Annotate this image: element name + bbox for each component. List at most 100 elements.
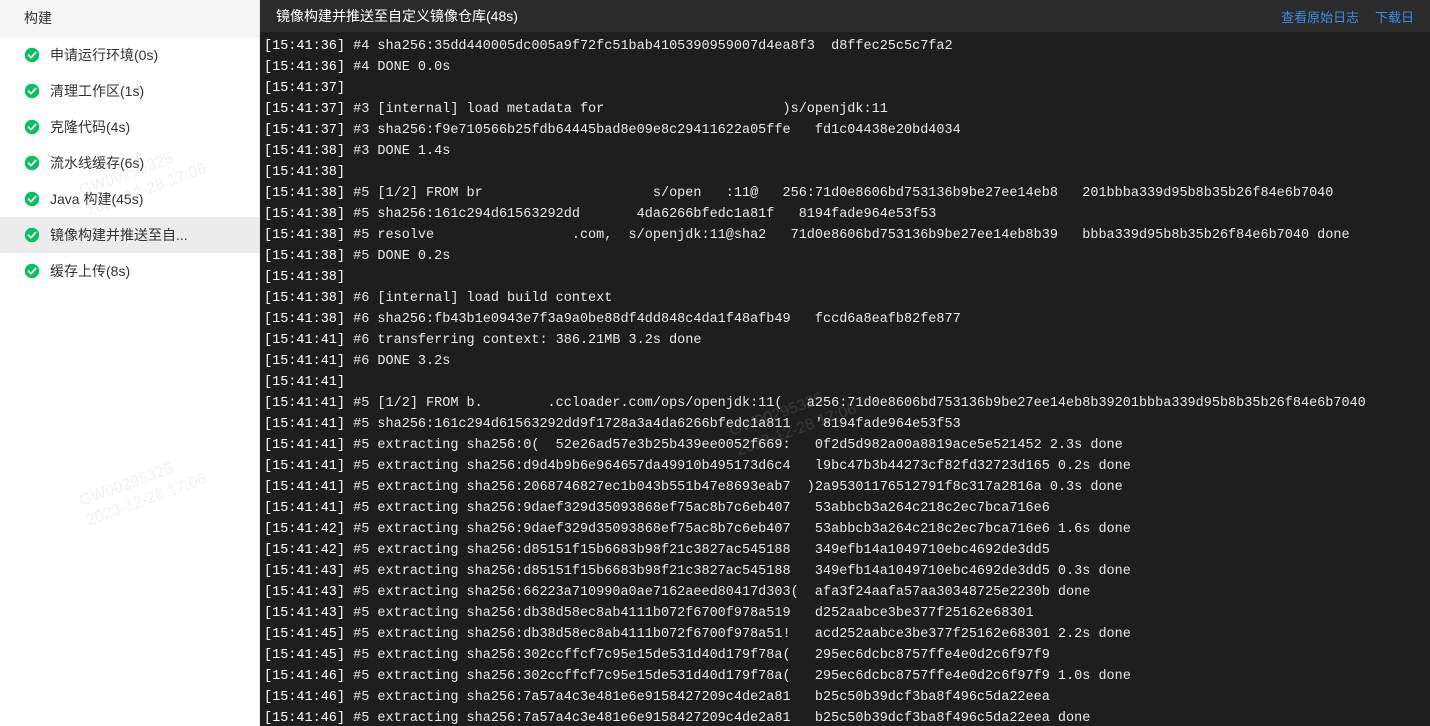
log-timestamp: [15:41:46]: [264, 690, 345, 705]
success-icon: [24, 83, 40, 99]
log-text: #5 extracting sha256:9daef329d35093868ef…: [345, 522, 1131, 537]
log-timestamp: [15:41:38]: [264, 144, 345, 159]
log-text: #3 DONE 1.4s: [345, 144, 450, 159]
log-timestamp: [15:41:36]: [264, 60, 345, 75]
log-text: #5 extracting sha256:d85151f15b6683b98f2…: [345, 543, 1050, 558]
step-label: 流水线缓存(6s): [50, 153, 144, 173]
log-timestamp: [15:41:46]: [264, 711, 345, 726]
log-line: [15:41:43] #5 extracting sha256:db38d58e…: [264, 603, 1422, 624]
step-label: 镜像构建并推送至自...: [50, 225, 188, 245]
log-line: [15:41:41]: [264, 372, 1422, 393]
log-text: #5 resolve .com, s/openjdk:11@sha2 71d0e…: [345, 228, 1350, 243]
log-timestamp: [15:41:38]: [264, 312, 345, 327]
log-text: #5 extracting sha256:302ccffcf7c95e15de5…: [345, 669, 1131, 684]
log-timestamp: [15:41:38]: [264, 186, 345, 201]
step-item-0[interactable]: 申请运行环境(0s): [0, 37, 259, 73]
log-title: 镜像构建并推送至自定义镜像仓库(48s): [276, 6, 518, 26]
step-item-1[interactable]: 清理工作区(1s): [0, 73, 259, 109]
log-text: #4 DONE 0.0s: [345, 60, 450, 75]
log-line: [15:41:38] #5 sha256:161c294d61563292dd …: [264, 204, 1422, 225]
log-line: [15:41:37] #3 [internal] load metadata f…: [264, 99, 1422, 120]
log-line: [15:41:38] #5 [1/2] FROM br s/open :11@ …: [264, 183, 1422, 204]
log-text: #6 transferring context: 386.21MB 3.2s d…: [345, 333, 701, 348]
log-actions: 查看原始日志 下载日: [1269, 7, 1414, 26]
log-timestamp: [15:41:38]: [264, 249, 345, 264]
log-timestamp: [15:41:41]: [264, 480, 345, 495]
log-timestamp: [15:41:41]: [264, 375, 345, 390]
download-log-link[interactable]: 下载日: [1375, 10, 1414, 25]
step-label: 申请运行环境(0s): [50, 45, 158, 65]
step-item-3[interactable]: 流水线缓存(6s): [0, 145, 259, 181]
log-line: [15:41:46] #5 extracting sha256:7a57a4c3…: [264, 687, 1422, 708]
step-item-6[interactable]: 缓存上传(8s): [0, 253, 259, 289]
log-timestamp: [15:41:41]: [264, 354, 345, 369]
log-line: [15:41:43] #5 extracting sha256:66223a71…: [264, 582, 1422, 603]
success-icon: [24, 191, 40, 207]
log-line: [15:41:41] #5 extracting sha256:0( 52e26…: [264, 435, 1422, 456]
log-line: [15:41:42] #5 extracting sha256:9daef329…: [264, 519, 1422, 540]
log-timestamp: [15:41:41]: [264, 417, 345, 432]
success-icon: [24, 155, 40, 171]
log-text: #5 extracting sha256:db38d58ec8ab4111b07…: [345, 606, 1034, 621]
log-timestamp: [15:41:38]: [264, 291, 345, 306]
log-timestamp: [15:41:42]: [264, 522, 345, 537]
log-text: #5 DONE 0.2s: [345, 249, 450, 264]
log-text: #6 [internal] load build context: [345, 291, 612, 306]
log-line: [15:41:46] #5 extracting sha256:302ccffc…: [264, 666, 1422, 687]
step-list: 申请运行环境(0s) 清理工作区(1s) 克隆代码(4s) 流水线缓存(6s) Java…: [0, 37, 259, 726]
log-line: [15:41:46] #5 extracting sha256:7a57a4c3…: [264, 708, 1422, 726]
log-text: #5 extracting sha256:7a57a4c3e481e6e9158…: [345, 690, 1050, 705]
log-text: #5 extracting sha256:7a57a4c3e481e6e9158…: [345, 711, 1090, 726]
log-timestamp: [15:41:38]: [264, 207, 345, 222]
success-icon: [24, 227, 40, 243]
log-text: #5 extracting sha256:2068746827ec1b043b5…: [345, 480, 1123, 495]
log-line: [15:41:41] #6 DONE 3.2s: [264, 351, 1422, 372]
log-text: #5 [1/2] FROM b. .ccloader.com/ops/openj…: [345, 396, 1366, 411]
log-header: 镜像构建并推送至自定义镜像仓库(48s) 查看原始日志 下载日: [260, 0, 1430, 32]
log-timestamp: [15:41:42]: [264, 543, 345, 558]
log-timestamp: [15:41:43]: [264, 564, 345, 579]
log-text: #5 extracting sha256:db38d58ec8ab4111b07…: [345, 627, 1131, 642]
main: 镜像构建并推送至自定义镜像仓库(48s) 查看原始日志 下载日 [15:41:3…: [260, 0, 1430, 726]
log-line: [15:41:38] #6 [internal] load build cont…: [264, 288, 1422, 309]
log-text: #5 [1/2] FROM br s/open :11@ 256:71d0e86…: [345, 186, 1333, 201]
log-timestamp: [15:41:41]: [264, 333, 345, 348]
log-timestamp: [15:41:45]: [264, 648, 345, 663]
log-line: [15:41:38]: [264, 267, 1422, 288]
log-timestamp: [15:41:41]: [264, 396, 345, 411]
log-timestamp: [15:41:45]: [264, 627, 345, 642]
log-timestamp: [15:41:43]: [264, 606, 345, 621]
log-text: #5 extracting sha256:0( 52e26ad57e3b25b4…: [345, 438, 1123, 453]
log-text: #6 sha256:fb43b1e0943e7f3a9a0be88df4dd84…: [345, 312, 961, 327]
view-raw-log-link[interactable]: 查看原始日志: [1281, 10, 1359, 25]
step-item-2[interactable]: 克隆代码(4s): [0, 109, 259, 145]
log-line: [15:41:42] #5 extracting sha256:d85151f1…: [264, 540, 1422, 561]
log-text: #3 [internal] load metadata for )s/openj…: [345, 102, 888, 117]
step-item-5[interactable]: 镜像构建并推送至自...: [0, 217, 259, 253]
log-text: #5 extracting sha256:d85151f15b6683b98f2…: [345, 564, 1131, 579]
step-label: 清理工作区(1s): [50, 81, 144, 101]
log-timestamp: [15:41:38]: [264, 228, 345, 243]
log-line: [15:41:45] #5 extracting sha256:db38d58e…: [264, 624, 1422, 645]
step-label: 克隆代码(4s): [50, 117, 130, 137]
step-label: Java 构建(45s): [50, 189, 143, 209]
log-line: [15:41:41] #5 [1/2] FROM b. .ccloader.co…: [264, 393, 1422, 414]
log-line: [15:41:37] #3 sha256:f9e710566b25fdb6444…: [264, 120, 1422, 141]
log-line: [15:41:36] #4 sha256:35dd440005dc005a9f7…: [264, 36, 1422, 57]
log-text: #5 extracting sha256:d9d4b9b6e964657da49…: [345, 459, 1131, 474]
log-timestamp: [15:41:41]: [264, 501, 345, 516]
success-icon: [24, 263, 40, 279]
log-line: [15:41:38]: [264, 162, 1422, 183]
step-item-4[interactable]: Java 构建(45s): [0, 181, 259, 217]
sidebar-title: 构建: [0, 0, 259, 37]
log-timestamp: [15:41:41]: [264, 459, 345, 474]
log-output[interactable]: [15:41:36] #4 sha256:35dd440005dc005a9f7…: [260, 32, 1430, 726]
log-line: [15:41:36] #4 DONE 0.0s: [264, 57, 1422, 78]
log-text: #5 extracting sha256:9daef329d35093868ef…: [345, 501, 1050, 516]
log-line: [15:41:41] #5 extracting sha256:d9d4b9b6…: [264, 456, 1422, 477]
log-text: #5 sha256:161c294d61563292dd9f1728a3a4da…: [345, 417, 961, 432]
log-line: [15:41:41] #6 transferring context: 386.…: [264, 330, 1422, 351]
log-timestamp: [15:41:37]: [264, 81, 345, 96]
sidebar: 构建 申请运行环境(0s) 清理工作区(1s) 克隆代码(4s) 流水线缓存(6s) J…: [0, 0, 260, 726]
log-line: [15:41:45] #5 extracting sha256:302ccffc…: [264, 645, 1422, 666]
